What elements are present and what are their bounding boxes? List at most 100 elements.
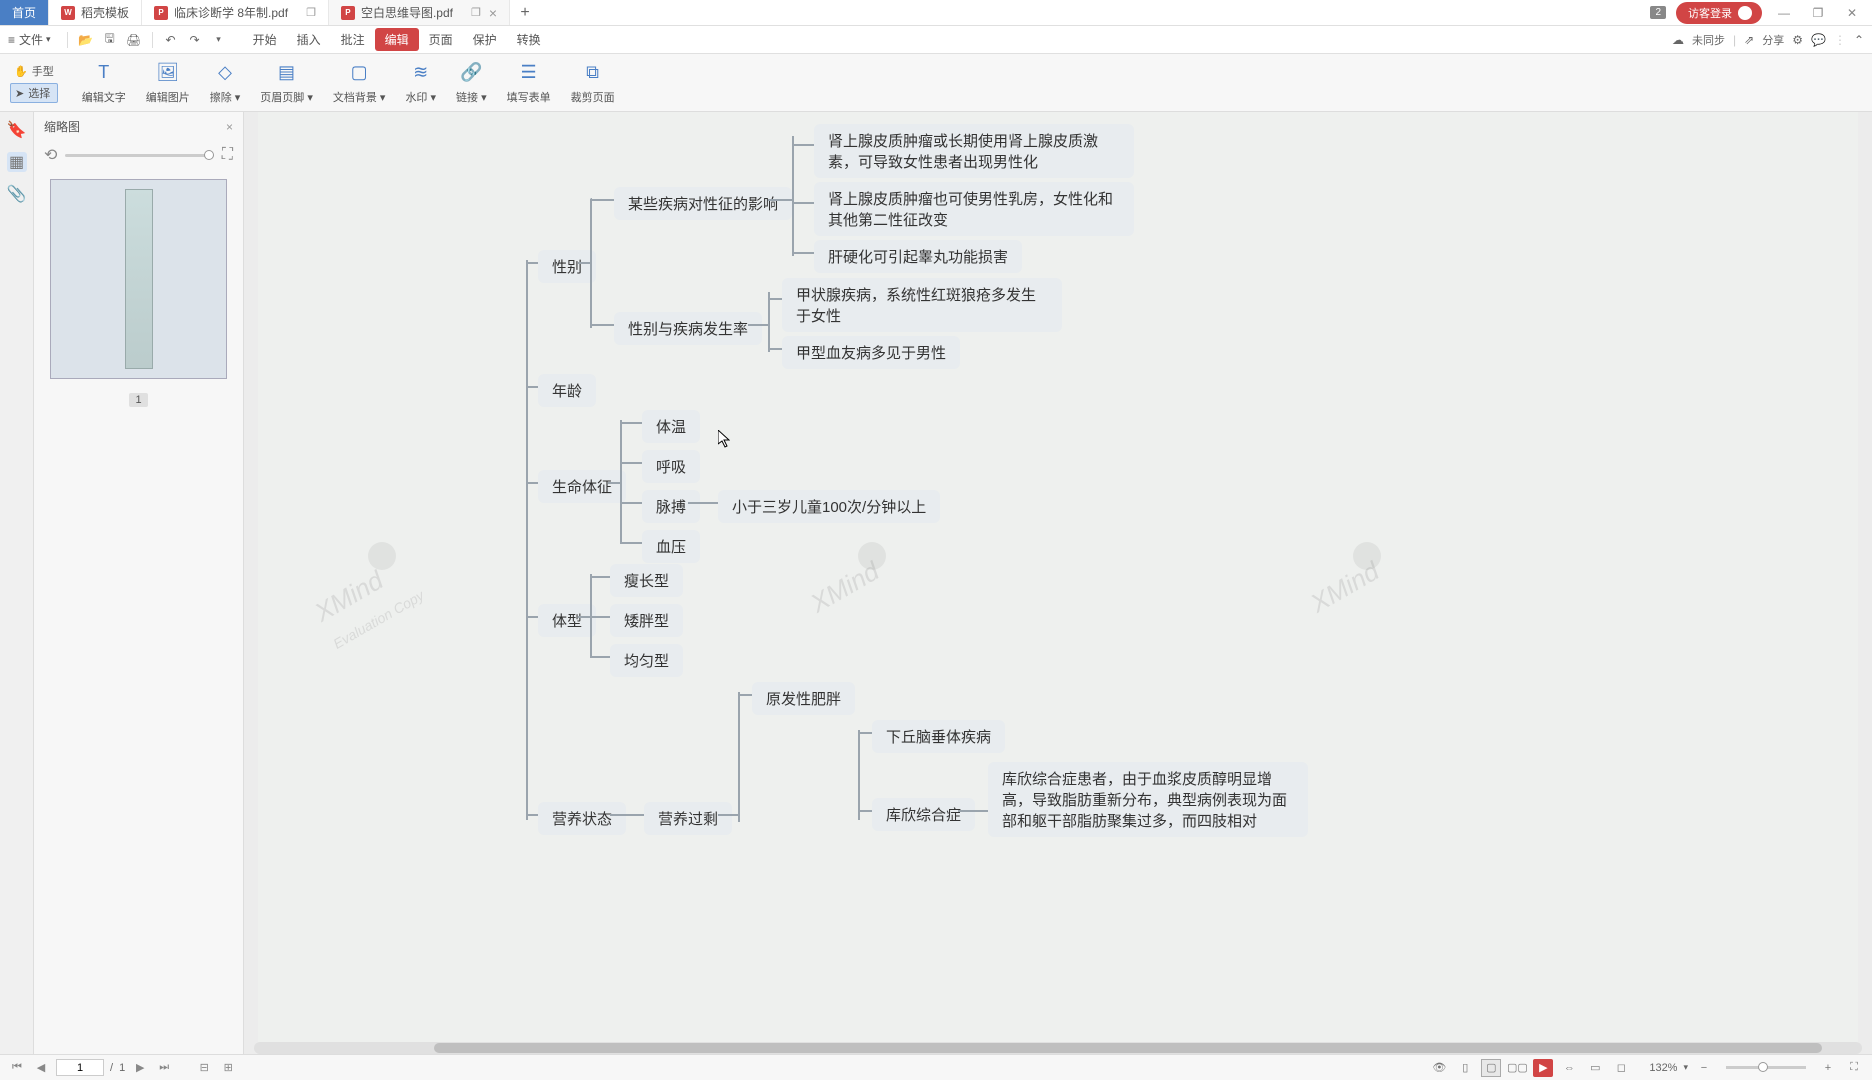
zoom-in-page-icon[interactable]: ⊞: [219, 1059, 237, 1077]
edit-text-button[interactable]: T编辑文字: [72, 58, 136, 108]
rotate-icon[interactable]: ⟲: [44, 145, 57, 165]
watermark-icon: ≋: [409, 61, 433, 85]
tab-doc-1[interactable]: P 临床诊断学 8年制.pdf ❐: [142, 0, 329, 25]
page-input[interactable]: [56, 1059, 104, 1076]
mindmap-node: 营养过剩: [644, 802, 732, 835]
edit-image-button[interactable]: 🖼编辑图片: [136, 58, 200, 108]
login-button[interactable]: 访客登录: [1676, 2, 1762, 24]
attachment-rail-icon[interactable]: 📎: [7, 184, 27, 204]
save-icon[interactable]: 🖫: [101, 31, 119, 49]
wps-icon: W: [61, 6, 75, 20]
zoom-in-button[interactable]: +: [1818, 1059, 1838, 1077]
presentation-icon[interactable]: ▶: [1533, 1059, 1553, 1077]
redo-icon[interactable]: ↷: [186, 31, 204, 49]
avatar-icon: [1738, 6, 1752, 20]
hamburger-icon[interactable]: ≡: [8, 33, 15, 47]
menu-edit[interactable]: 编辑: [375, 28, 419, 51]
collapse-ribbon-icon[interactable]: ⌃: [1854, 33, 1864, 47]
sync-status[interactable]: 未同步: [1692, 32, 1725, 48]
header-footer-button[interactable]: ▤页眉页脚 ▾: [250, 58, 323, 108]
mindmap-node: 年龄: [538, 374, 596, 407]
view-single-icon[interactable]: ▢: [1481, 1059, 1501, 1077]
image-icon: 🖼: [156, 61, 180, 85]
document-canvas[interactable]: XMindEvaluation Copy XMind XMind 性别 某些疾病…: [244, 112, 1872, 1054]
mindmap-node: 体型: [538, 604, 596, 637]
undo-icon[interactable]: ↶: [162, 31, 180, 49]
mindmap-node: 库欣综合症: [872, 798, 975, 831]
share-icon[interactable]: ⇗: [1744, 33, 1754, 47]
mindmap-node: 矮胖型: [610, 604, 683, 637]
tab-template[interactable]: W 稻壳模板: [49, 0, 142, 25]
close-tab-icon[interactable]: ×: [489, 5, 497, 21]
mindmap-node: 瘦长型: [610, 564, 683, 597]
next-page-button[interactable]: ▶: [131, 1059, 149, 1077]
thumbnail-page-number: 1: [129, 393, 147, 407]
zoom-out-page-icon[interactable]: ⊟: [195, 1059, 213, 1077]
new-tab-button[interactable]: +: [510, 0, 540, 25]
mindmap-node: 肾上腺皮质肿瘤或长期使用肾上腺皮质激素，可导致女性患者出现男性化: [814, 124, 1134, 178]
print-icon[interactable]: 🖨: [125, 31, 143, 49]
menu-start[interactable]: 开始: [243, 31, 287, 48]
watermark-button[interactable]: ≋水印 ▾: [395, 58, 446, 108]
close-panel-icon[interactable]: ×: [226, 120, 233, 134]
mindmap-node: 原发性肥胖: [752, 682, 855, 715]
feedback-icon[interactable]: 💬: [1811, 33, 1826, 47]
select-tool[interactable]: ➤选择: [10, 83, 58, 103]
zoom-slider[interactable]: [1726, 1066, 1806, 1069]
open-icon[interactable]: 📂: [77, 31, 95, 49]
last-page-button[interactable]: ⏭: [155, 1059, 173, 1077]
share-button[interactable]: 分享: [1762, 32, 1784, 48]
thumbnail-size-slider[interactable]: [65, 154, 213, 157]
mindmap-node: 某些疾病对性征的影响: [614, 187, 792, 220]
maximize-button[interactable]: ❐: [1806, 1, 1830, 25]
notification-badge[interactable]: 2: [1650, 6, 1666, 19]
hand-tool[interactable]: ✋手型: [10, 62, 58, 80]
dropdown-icon[interactable]: ▾: [210, 31, 228, 49]
cursor-icon: ➤: [15, 87, 24, 100]
background-button[interactable]: ▢文档背景 ▾: [323, 58, 396, 108]
zoom-value[interactable]: 132%: [1649, 1062, 1677, 1074]
mindmap-node: 脉搏: [642, 490, 700, 523]
restore-icon[interactable]: ❐: [471, 6, 481, 19]
prev-page-button[interactable]: ◀: [32, 1059, 50, 1077]
page-thumbnail[interactable]: [50, 179, 227, 379]
file-menu[interactable]: 文件▾: [19, 31, 51, 48]
close-window-button[interactable]: ✕: [1840, 1, 1864, 25]
fit-width-icon[interactable]: ⇔: [1559, 1059, 1579, 1077]
header-icon: ▤: [275, 61, 299, 85]
actual-size-icon[interactable]: ◻: [1611, 1059, 1631, 1077]
restore-icon[interactable]: ❐: [306, 6, 316, 19]
text-icon: T: [92, 61, 116, 85]
zoom-out-button[interactable]: −: [1694, 1059, 1714, 1077]
background-icon: ▢: [347, 61, 371, 85]
fit-page-icon[interactable]: ▭: [1585, 1059, 1605, 1077]
crop-button[interactable]: ⧉裁剪页面: [561, 58, 625, 108]
expand-icon[interactable]: ⛶: [222, 146, 233, 164]
view-continuous-icon[interactable]: ▯: [1455, 1059, 1475, 1077]
view-double-icon[interactable]: ▢▢: [1507, 1059, 1527, 1077]
menu-annotate[interactable]: 批注: [331, 31, 375, 48]
menu-insert[interactable]: 插入: [287, 31, 331, 48]
settings-icon[interactable]: ⚙: [1792, 33, 1803, 47]
mindmap-node: 性别: [538, 250, 596, 283]
first-page-button[interactable]: ⏮: [8, 1059, 26, 1077]
menu-protect[interactable]: 保护: [463, 31, 507, 48]
thumbnail-rail-icon[interactable]: ▦: [7, 152, 27, 172]
cloud-icon[interactable]: ☁: [1672, 33, 1684, 47]
minimize-button[interactable]: —: [1772, 1, 1796, 25]
tab-home[interactable]: 首页: [0, 0, 49, 25]
mindmap-node: 呼吸: [642, 450, 700, 483]
menu-page[interactable]: 页面: [419, 31, 463, 48]
crop-icon: ⧉: [581, 61, 605, 85]
form-button[interactable]: ☰填写表单: [497, 58, 561, 108]
fullscreen-icon[interactable]: ⛶: [1844, 1059, 1864, 1077]
menu-convert[interactable]: 转换: [507, 31, 551, 48]
erase-button[interactable]: ◇擦除 ▾: [200, 58, 251, 108]
mindmap-node: 体温: [642, 410, 700, 443]
horizontal-scrollbar[interactable]: [254, 1042, 1862, 1054]
eye-mode-icon[interactable]: 👁: [1429, 1059, 1449, 1077]
hand-icon: ✋: [14, 65, 28, 78]
link-button[interactable]: 🔗链接 ▾: [446, 58, 497, 108]
tab-doc-2[interactable]: P 空白思维导图.pdf ❐ ×: [329, 0, 510, 25]
bookmark-rail-icon[interactable]: 🔖: [7, 120, 27, 140]
